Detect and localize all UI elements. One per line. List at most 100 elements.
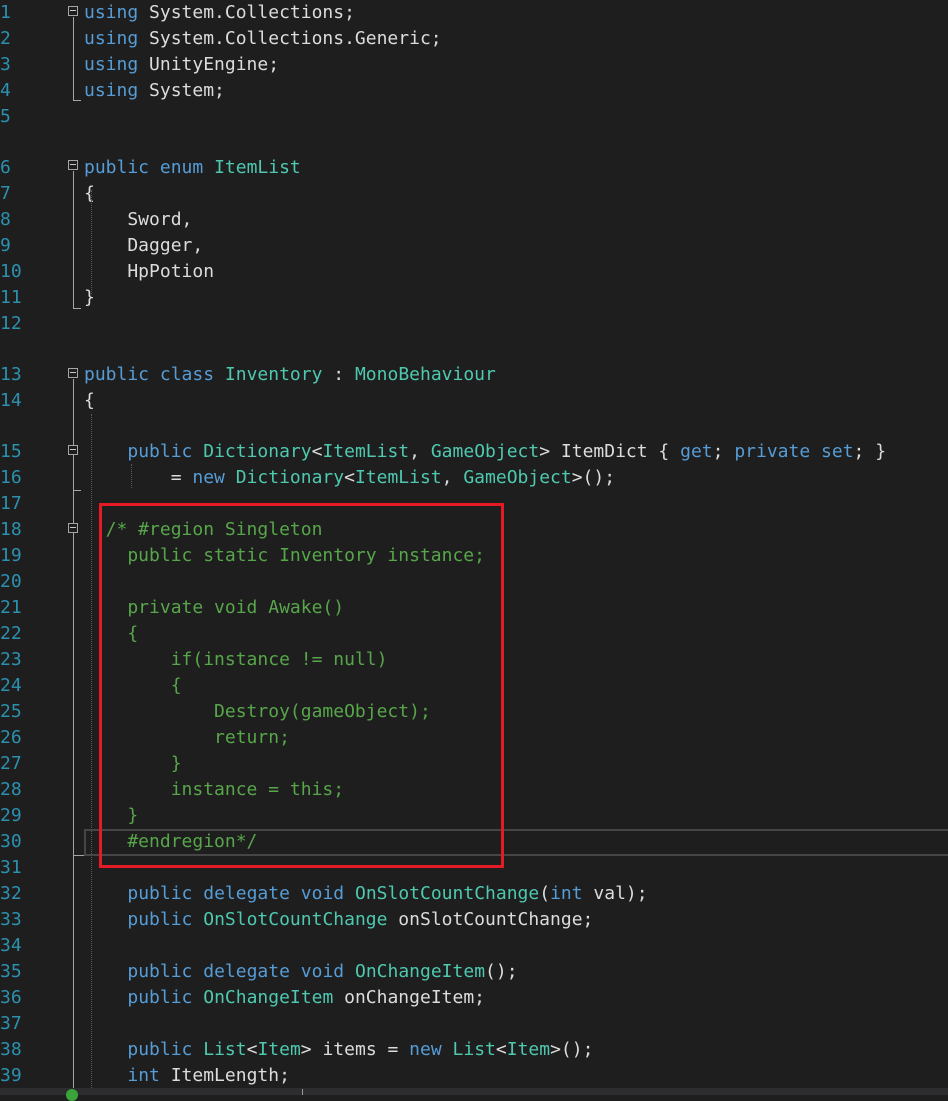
code-token: ItemList <box>214 157 301 178</box>
code-line[interactable]: using UnityEngine; <box>84 52 279 78</box>
code-token: ItemLength; <box>159 1065 290 1086</box>
code-token: get <box>680 441 713 462</box>
line-number: 35 <box>0 961 22 982</box>
code-token: public <box>127 961 193 982</box>
code-line[interactable]: public class Inventory : MonoBehaviour <box>84 362 496 388</box>
status-separator <box>302 1089 303 1095</box>
code-token: { <box>84 183 95 204</box>
code-line[interactable]: using System; <box>84 78 225 104</box>
line-number: 13 <box>0 364 22 385</box>
code-token: OnSlotCountChange <box>354 883 540 904</box>
line-number: 33 <box>0 909 22 930</box>
code-line[interactable]: int ItemLength; <box>84 1063 290 1088</box>
code-line[interactable]: public enum ItemList <box>84 155 301 181</box>
code-line[interactable]: using System.Collections.Generic; <box>84 26 442 52</box>
code-token: private <box>734 441 811 462</box>
line-number: 19 <box>0 545 22 566</box>
line-number: 20 <box>0 571 22 592</box>
code-token: System.Collections.Generic; <box>138 28 442 49</box>
line-number: 34 <box>0 935 22 956</box>
code-line[interactable]: } <box>84 285 95 311</box>
collapse-enum-icon[interactable] <box>68 160 78 170</box>
code-token: enum <box>159 157 204 178</box>
code-token: Sword, <box>84 209 193 230</box>
line-number: 11 <box>0 287 22 308</box>
code-token: Dagger, <box>84 235 204 256</box>
code-line[interactable]: public OnChangeItem onChangeItem; <box>84 985 485 1011</box>
code-token: public <box>127 883 193 904</box>
code-token: using <box>84 80 139 101</box>
code-line[interactable]: public List<Item> items = new List<Item>… <box>84 1037 593 1063</box>
code-line[interactable]: Dagger, <box>84 233 203 259</box>
code-token: = <box>84 467 193 488</box>
collapse-class-icon[interactable] <box>68 368 78 378</box>
line-number: 12 <box>0 313 22 334</box>
code-line[interactable]: = new Dictionary<ItemList, GameObject>()… <box>84 465 615 491</box>
code-line[interactable]: Sword, <box>84 207 192 233</box>
line-number: 10 <box>0 261 22 282</box>
line-number: 7 <box>0 183 11 204</box>
line-number: 4 <box>0 80 11 101</box>
code-token: MonoBehaviour <box>354 364 496 385</box>
code-line[interactable]: public OnSlotCountChange onSlotCountChan… <box>84 907 593 933</box>
line-number: 23 <box>0 649 22 670</box>
code-token: public <box>127 987 193 1008</box>
line-number: 39 <box>0 1065 22 1086</box>
code-token: void <box>300 961 345 982</box>
collapse-usings-icon[interactable] <box>68 6 78 16</box>
code-token: > items = <box>300 1039 410 1060</box>
code-token: class <box>159 364 215 385</box>
code-token: >(); <box>550 1039 594 1060</box>
line-number: 9 <box>0 235 11 256</box>
line-number: 17 <box>0 493 22 514</box>
code-line[interactable]: HpPotion <box>84 259 214 285</box>
code-token: >(); <box>571 467 616 488</box>
line-number: 28 <box>0 779 22 800</box>
code-token: Item <box>506 1039 551 1060</box>
line-number: 29 <box>0 805 22 826</box>
code-token: GameObject <box>463 467 572 488</box>
collapse-region-icon[interactable] <box>68 523 78 533</box>
code-token: Inventory <box>224 364 323 385</box>
code-token: (); <box>485 961 518 982</box>
code-token: System.Collections; <box>138 2 355 23</box>
line-number: 24 <box>0 675 22 696</box>
line-number: 18 <box>0 519 22 540</box>
fold-guide-usings-end <box>73 100 81 101</box>
code-token: new <box>409 1039 442 1060</box>
status-bar <box>0 1088 948 1095</box>
line-number: 14 <box>0 390 22 411</box>
code-token: public <box>127 441 193 462</box>
code-token: < <box>311 441 323 462</box>
code-token: System; <box>138 80 225 101</box>
code-token: : <box>322 364 355 385</box>
code-line[interactable]: using System.Collections; <box>84 0 355 26</box>
code-line[interactable]: { <box>84 181 95 207</box>
line-number: 2 <box>0 28 11 49</box>
line-number: 8 <box>0 209 11 230</box>
code-line[interactable]: public Dictionary<ItemList, GameObject> … <box>84 439 886 465</box>
code-line[interactable]: { <box>84 388 95 414</box>
code-token: OnChangeItem <box>354 961 486 982</box>
code-line[interactable]: public delegate void OnChangeItem(); <box>84 959 518 985</box>
line-number: 27 <box>0 753 22 774</box>
code-line[interactable]: public delegate void OnSlotCountChange(i… <box>84 881 647 907</box>
code-token: } <box>84 287 95 308</box>
code-token: Item <box>257 1039 301 1060</box>
code-token: UnityEngine; <box>138 54 280 75</box>
code-editor[interactable]: 1 2 3 4 5 6 7 8 9 10 11 12 13 14 15 16 17 18 19 20 21 22 23 24 2… <box>0 0 948 1088</box>
status-ok-icon <box>66 1089 78 1101</box>
collapse-property-icon[interactable] <box>68 445 78 455</box>
code-token: public <box>84 364 150 385</box>
fold-guide-property <box>73 456 74 490</box>
code-token: int <box>550 883 583 904</box>
